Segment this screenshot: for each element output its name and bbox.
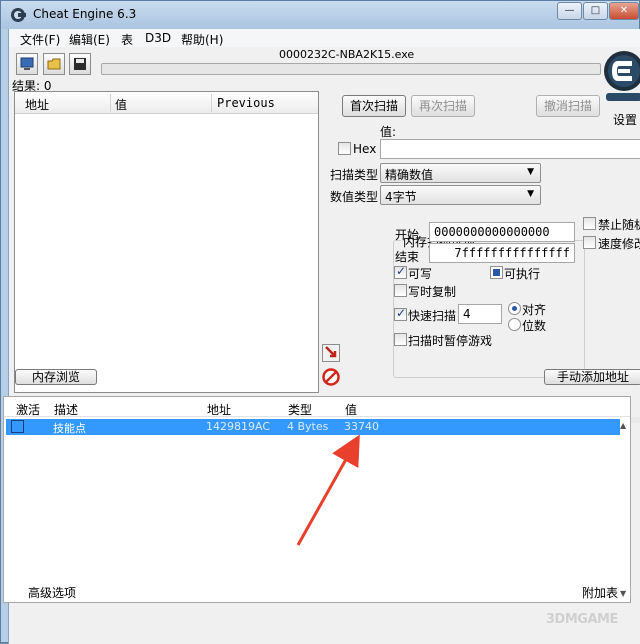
value-type-select[interactable]: 4字节 ▼ [380, 185, 541, 205]
minimize-button[interactable]: — [557, 2, 582, 20]
chevron-down-icon: ▼ [527, 189, 534, 199]
hex-checkbox[interactable] [338, 142, 351, 155]
speedhack-label: 速度修改 [598, 237, 640, 251]
scan-type-select[interactable]: 精确数值 ▼ [380, 163, 541, 183]
last-digits-label: 位数 [522, 319, 547, 333]
writable-checkbox[interactable] [394, 264, 407, 279]
window-title: Cheat Engine 6.3 [33, 7, 137, 21]
pause-game-checkbox[interactable] [394, 333, 407, 346]
fast-scan-checkbox[interactable] [394, 306, 407, 321]
cheat-engine-app-icon [11, 8, 26, 22]
end-address-input[interactable]: 7fffffffffffffff [429, 243, 575, 263]
active-checkbox[interactable] [11, 420, 24, 433]
menu-bar: 文件(F) 编辑(E) 表 D3D 帮助(H) [9, 29, 640, 47]
open-process-button[interactable] [16, 53, 38, 75]
copy-on-write-label: 写时复制 [408, 285, 457, 299]
value-label: 值: [380, 125, 397, 139]
col-description[interactable]: 描述 [54, 401, 78, 418]
fast-scan-label: 快速扫描 [408, 309, 457, 323]
end-label: 结束 [395, 250, 420, 264]
settings-label[interactable]: 设置 [613, 111, 637, 128]
title-bar[interactable]: Cheat Engine 6.3 — □ ✕ [1, 1, 639, 29]
memory-view-button[interactable]: 内存浏览 [15, 369, 97, 385]
writable-label: 可写 [408, 267, 433, 281]
col-value[interactable]: 值 [115, 96, 127, 113]
hex-label: Hex [353, 142, 377, 156]
col-previous[interactable]: Previous [217, 96, 275, 110]
col-active[interactable]: 激活 [16, 401, 40, 418]
col-type[interactable]: 类型 [288, 401, 312, 418]
scroll-up-icon[interactable]: ▲ [620, 421, 626, 430]
menu-d3d[interactable]: D3D [145, 31, 171, 45]
speedhack-checkbox[interactable] [583, 236, 596, 249]
col-address[interactable]: 地址 [207, 401, 231, 418]
scan-value-input[interactable] [380, 139, 640, 159]
menu-edit[interactable]: 编辑(E) [69, 31, 110, 48]
open-file-button[interactable] [43, 53, 65, 75]
pause-game-label: 扫描时暂停游戏 [408, 334, 493, 348]
stop-icon[interactable] [322, 368, 340, 386]
disable-random-label: 禁止随机 [598, 218, 640, 232]
add-address-manually-button[interactable]: 手动添加地址 [544, 369, 640, 385]
first-scan-button[interactable]: 首次扫描 [342, 95, 406, 117]
fast-scan-value-input[interactable]: 4 [458, 304, 502, 324]
address-list-header: 激活 描述 地址 类型 值 [4, 397, 630, 417]
scroll-down-icon[interactable]: ▼ [620, 589, 626, 598]
scan-result-list[interactable]: 地址 值 Previous [14, 91, 319, 393]
result-list-header: 地址 值 Previous [15, 92, 318, 114]
row-description: 技能点 [53, 422, 86, 435]
watermark-text: 3DMGAME [546, 612, 618, 627]
col-value[interactable]: 值 [345, 401, 357, 418]
menu-help[interactable]: 帮助(H) [181, 31, 223, 48]
maximize-button[interactable]: □ [583, 2, 608, 20]
col-address[interactable]: 地址 [25, 96, 49, 113]
address-list[interactable]: 激活 描述 地址 类型 值 技能点 1429819AC 4 Bytes 3374… [3, 396, 631, 603]
last-digits-radio[interactable] [508, 318, 521, 331]
disable-random-checkbox[interactable] [583, 217, 596, 230]
start-address-input[interactable]: 0000000000000000 [429, 222, 575, 242]
next-scan-button[interactable]: 再次扫描 [411, 95, 475, 117]
scan-progress-bar [101, 63, 601, 75]
row-value: 33740 [344, 420, 379, 433]
advanced-options-label[interactable]: 高级选项 [28, 584, 76, 601]
undo-scan-button[interactable]: 撤消扫描 [536, 95, 600, 117]
align-radio[interactable] [508, 302, 521, 315]
row-address: 1429819AC [206, 420, 271, 433]
table-row[interactable]: 技能点 1429819AC 4 Bytes 33740 [6, 419, 620, 435]
value-type-label: 数值类型 [330, 190, 379, 204]
start-label: 开始 [395, 228, 420, 242]
process-name: 0000232C-NBA2K15.exe [279, 48, 415, 61]
save-button[interactable] [69, 53, 91, 75]
computer-icon [20, 57, 34, 70]
close-button[interactable]: ✕ [609, 2, 639, 20]
menu-table[interactable]: 表 [121, 31, 133, 48]
menu-file[interactable]: 文件(F) [20, 31, 60, 48]
scan-type-label: 扫描类型 [330, 168, 379, 182]
align-label: 对齐 [522, 303, 547, 317]
copy-to-address-list-icon[interactable] [322, 344, 340, 362]
save-disk-icon [74, 58, 86, 70]
table-extras-label[interactable]: 附加表 [582, 584, 618, 601]
executable-label: 可执行 [504, 267, 541, 281]
cheat-engine-logo[interactable] [602, 49, 640, 107]
executable-checkbox[interactable] [490, 266, 503, 279]
row-type: 4 Bytes [287, 420, 329, 433]
chevron-down-icon: ▼ [527, 167, 534, 177]
folder-icon [47, 58, 61, 70]
copy-on-write-checkbox[interactable] [394, 284, 407, 297]
